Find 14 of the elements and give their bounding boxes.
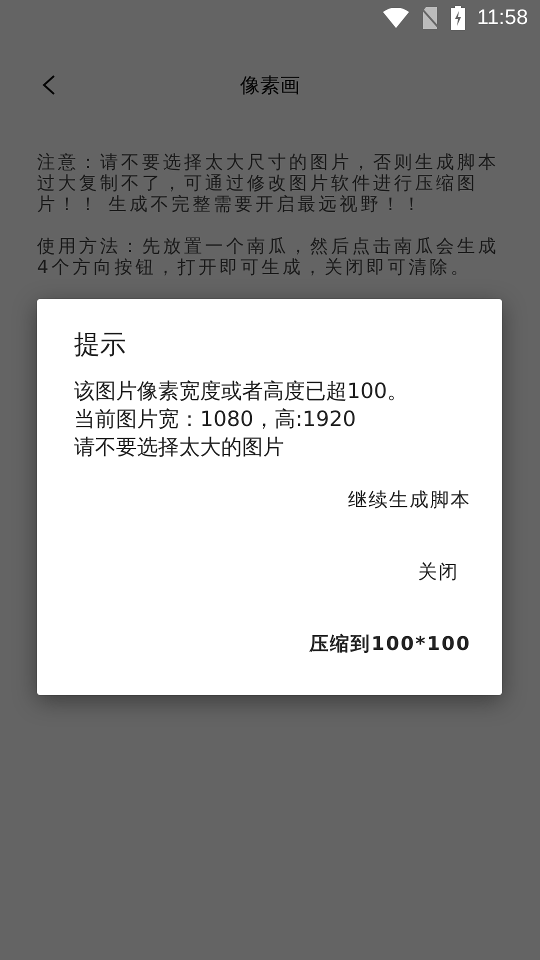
wifi-icon: [383, 8, 409, 28]
dialog-button[interactable]: 继续生成脚本: [348, 479, 471, 521]
dialog-title: 提示: [74, 329, 126, 362]
instruction-text: 注意：请不要选择太大尺寸的图片，否则生成脚本过大复制不了，可通过修改图片软件进行压缩图片！！ 生成不完整需要开启最远视野！！: [37, 152, 500, 215]
status-time: 11:58: [477, 6, 528, 30]
instruction-text: 使用方法：先放置一个南瓜，然后点击南瓜会生成4个方向按钮，打开即可生成，关闭即可清除。: [37, 236, 500, 278]
dialog-button[interactable]: 关闭: [418, 551, 459, 593]
no-sim-icon: [421, 7, 439, 29]
dialog-message-line: 当前图片宽：1080，高:1920: [74, 406, 356, 433]
page-title: 像素画: [240, 72, 300, 96]
dialog-message-line: 请不要选择太大的图片: [74, 434, 284, 461]
dialog-message-line: 该图片像素宽度或者高度已超100。: [74, 378, 408, 405]
dialog-button[interactable]: 压缩到100*100: [310, 623, 471, 665]
battery-charging-icon: [451, 6, 465, 30]
